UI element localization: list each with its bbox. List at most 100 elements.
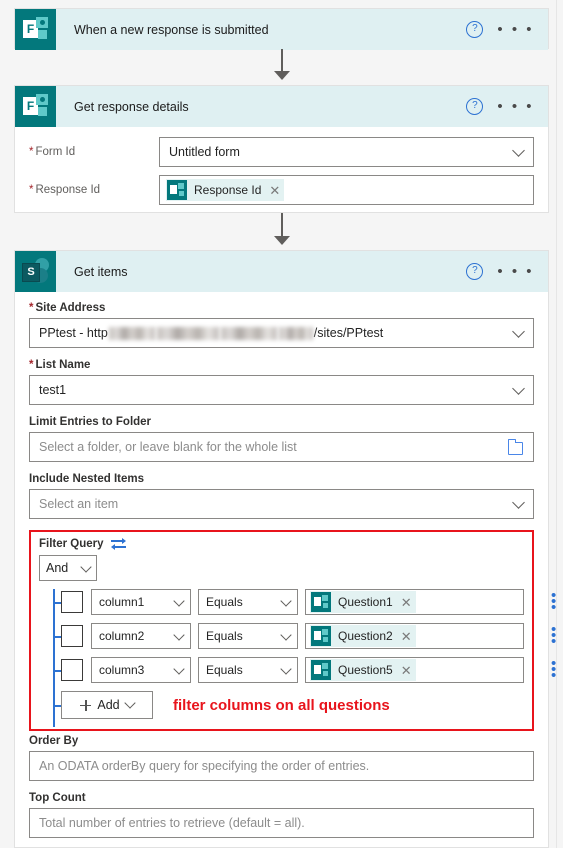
field-group-site-address: * Site Address PPtest - http/sites/PPtest — [29, 302, 534, 348]
response-id-input[interactable]: Response Id ✕ — [159, 175, 534, 205]
filter-operator-value: Equals — [206, 629, 243, 643]
card-body: * Form Id Untitled form * Response Id Re… — [15, 127, 548, 227]
field-row-response-id: * Response Id Response Id ✕ — [29, 175, 534, 205]
filter-row-checkbox[interactable] — [61, 659, 83, 681]
filter-query-highlight-box: Filter Query And column1 Equals Question… — [29, 530, 556, 731]
filter-value-input[interactable]: Question1 ✕ — [305, 589, 524, 615]
filter-row: column3 Equals Question5 ✕ • • • — [39, 656, 556, 683]
filter-row-menu-icon[interactable]: • • • — [551, 656, 559, 683]
top-count-input[interactable]: Total number of entries to retrieve (def… — [29, 808, 534, 838]
form-id-value: Untitled form — [169, 145, 240, 159]
flow-card-trigger[interactable]: F When a new response is submitted ? • •… — [14, 8, 549, 50]
help-icon[interactable]: ? — [466, 21, 484, 38]
add-button-label: Add — [97, 698, 120, 712]
token-chip-response-id[interactable]: Response Id ✕ — [166, 179, 285, 201]
chevron-down-icon — [512, 325, 525, 338]
filter-row: column2 Equals Question2 ✕ • • • — [39, 622, 556, 649]
token-chip-value[interactable]: Question1 ✕ — [310, 591, 416, 613]
filter-conjunction-dropdown[interactable]: And — [39, 555, 97, 581]
connector-arrow-2 — [274, 236, 290, 245]
filter-row-menu-icon[interactable]: • • • — [551, 622, 559, 649]
redacted-url-part — [156, 326, 219, 340]
swap-mode-icon[interactable] — [110, 537, 126, 550]
filter-column-dropdown[interactable]: column3 — [91, 657, 191, 683]
card-menu-icon[interactable]: • • • — [497, 99, 540, 114]
card-header[interactable]: S Get items ? • • • — [15, 251, 548, 292]
list-name-dropdown[interactable]: test1 — [29, 375, 534, 405]
field-label-list-name: * List Name — [29, 359, 91, 371]
card-header[interactable]: F Get response details ? • • • — [15, 86, 548, 127]
help-icon[interactable]: ? — [466, 263, 484, 280]
field-row-form-id: * Form Id Untitled form — [29, 137, 534, 167]
add-filter-row-button[interactable]: Add — [61, 691, 153, 719]
chevron-down-icon — [280, 629, 292, 641]
folder-picker-icon[interactable] — [508, 439, 523, 455]
filter-operator-dropdown[interactable]: Equals — [198, 589, 298, 615]
required-marker: * — [29, 359, 34, 371]
filter-row-checkbox[interactable] — [61, 591, 83, 613]
required-marker: * — [29, 146, 34, 158]
filter-column-value: column1 — [99, 595, 145, 609]
chevron-down-icon — [80, 561, 92, 573]
remove-token-icon[interactable]: ✕ — [401, 664, 412, 677]
chevron-down-icon — [512, 144, 525, 157]
redacted-url-part — [220, 326, 277, 340]
flow-designer-canvas: F When a new response is submitted ? • •… — [0, 0, 563, 848]
token-label: Question2 — [338, 629, 393, 643]
card-body: * Site Address PPtest - http/sites/PPtest… — [15, 292, 556, 848]
flow-card-get-response-details[interactable]: F Get response details ? • • • * Form Id … — [14, 85, 549, 213]
microsoft-forms-icon — [167, 180, 187, 200]
field-group-order-by: Order By An ODATA orderBy query for spec… — [29, 735, 534, 781]
filter-row-menu-icon[interactable]: • • • — [551, 588, 559, 615]
filter-value-input[interactable]: Question5 ✕ — [305, 657, 524, 683]
connector-arrow-1 — [274, 71, 290, 80]
chevron-down-icon — [280, 663, 292, 675]
token-label: Question5 — [338, 663, 393, 677]
card-header[interactable]: F When a new response is submitted ? • •… — [15, 9, 548, 50]
chevron-down-icon — [280, 595, 292, 607]
filter-rows-tree: column1 Equals Question1 ✕ • • • column2… — [39, 588, 556, 727]
card-title: When a new response is submitted — [74, 22, 269, 37]
card-menu-icon[interactable]: • • • — [497, 264, 540, 279]
field-group-limit-entries-to-folder: Limit Entries to Folder Select a folder,… — [29, 416, 534, 462]
limit-entries-placeholder: Select a folder, or leave blank for the … — [39, 440, 297, 454]
token-chip-value[interactable]: Question5 ✕ — [310, 659, 416, 681]
filter-column-dropdown[interactable]: column1 — [91, 589, 191, 615]
field-label-response-id: * Response Id — [29, 184, 101, 196]
include-nested-items-dropdown[interactable]: Select an item — [29, 489, 534, 519]
help-icon[interactable]: ? — [466, 98, 484, 115]
filter-operator-dropdown[interactable]: Equals — [198, 657, 298, 683]
card-menu-icon[interactable]: • • • — [497, 22, 540, 37]
remove-token-icon[interactable]: ✕ — [401, 630, 412, 643]
field-label-form-id: * Form Id — [29, 146, 76, 158]
filter-row: column1 Equals Question1 ✕ • • • — [39, 588, 556, 615]
chevron-down-icon — [173, 629, 185, 641]
limit-entries-to-folder-input[interactable]: Select a folder, or leave blank for the … — [29, 432, 534, 462]
filter-column-dropdown[interactable]: column2 — [91, 623, 191, 649]
sharepoint-icon: S — [15, 251, 56, 292]
site-address-dropdown[interactable]: PPtest - http/sites/PPtest — [29, 318, 534, 348]
filter-value-input[interactable]: Question2 ✕ — [305, 623, 524, 649]
token-chip-value[interactable]: Question2 ✕ — [310, 625, 416, 647]
annotation-text: filter columns on all questions — [173, 696, 390, 714]
required-marker: * — [29, 184, 34, 196]
token-label: Question1 — [338, 595, 393, 609]
card-header-actions: ? • • • — [466, 9, 540, 50]
chevron-down-icon — [173, 595, 185, 607]
chevron-down-icon — [512, 496, 525, 509]
filter-row-checkbox[interactable] — [61, 625, 83, 647]
top-count-placeholder: Total number of entries to retrieve (def… — [39, 816, 305, 830]
remove-token-icon[interactable]: ✕ — [269, 184, 280, 197]
filter-operator-dropdown[interactable]: Equals — [198, 623, 298, 649]
microsoft-forms-icon: F — [15, 9, 56, 50]
chevron-down-icon — [123, 697, 136, 709]
form-id-dropdown[interactable]: Untitled form — [159, 137, 534, 167]
card-header-actions: ? • • • — [466, 86, 540, 127]
remove-token-icon[interactable]: ✕ — [401, 596, 412, 609]
field-label-top-count: Top Count — [29, 792, 86, 804]
chevron-down-icon — [173, 663, 185, 675]
field-group-include-nested-items: Include Nested Items Select an item — [29, 473, 534, 519]
order-by-input[interactable]: An ODATA orderBy query for specifying th… — [29, 751, 534, 781]
flow-card-get-items[interactable]: S Get items ? • • • * Site Address PPtest… — [14, 250, 556, 848]
microsoft-forms-icon: F — [15, 86, 56, 127]
